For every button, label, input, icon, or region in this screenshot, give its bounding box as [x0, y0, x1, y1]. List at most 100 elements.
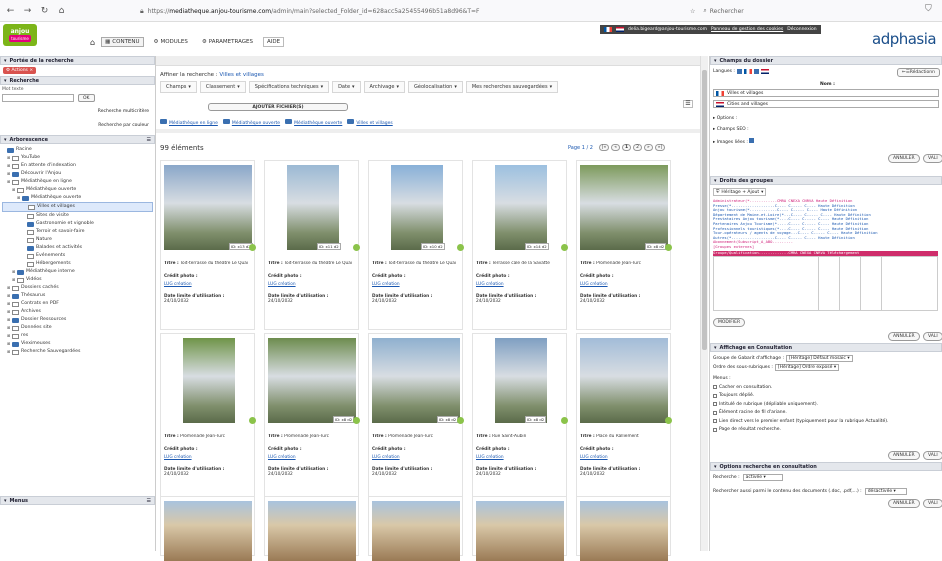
heritage-select[interactable]: ⛨ Héritage + Ajout ▾ [713, 188, 767, 196]
tree-node[interactable]: Sites de visite [2, 212, 153, 220]
browser-search[interactable]: ☆ ⌕ Rechercher [690, 4, 910, 18]
collapse-icon[interactable]: ▾ [714, 345, 717, 351]
tree-node[interactable]: ⊞ Dossier Ressources [2, 316, 153, 324]
champs-header[interactable]: ▾ Champs du dossier [710, 56, 942, 65]
prev-page-button[interactable]: « [611, 144, 620, 151]
scrollbar-thumb[interactable] [702, 70, 707, 350]
valider-button[interactable]: VALI [923, 451, 942, 460]
tree-node[interactable]: Evénements [2, 252, 153, 260]
breadcrumb-item[interactable]: Médiathèque en ligne [160, 119, 218, 126]
user-email[interactable]: delia.bigeard@anjou-tourisme.com [628, 27, 707, 32]
valider-button[interactable]: VALI [923, 332, 942, 341]
droits-header[interactable]: ▾ Droits des groupes [710, 176, 942, 185]
extension-icon[interactable]: ⛉ [925, 4, 932, 14]
ok-button[interactable]: OK [78, 94, 95, 102]
doc-select[interactable]: désactivée ▾ [864, 488, 907, 495]
media-thumbnail[interactable] [268, 338, 356, 423]
reload-icon[interactable]: ↻ [38, 4, 51, 17]
last-page-button[interactable]: »| [654, 144, 666, 151]
tree-node[interactable]: ⊞ Découvrir l'Anjou [2, 170, 153, 178]
collapse-icon[interactable]: ▾ [4, 498, 7, 504]
back-icon[interactable]: ← [4, 4, 17, 17]
card-credit[interactable]: LUG création [372, 455, 400, 460]
menu-check-row[interactable]: Intitulé de rubrique (dépliable uniqueme… [713, 400, 938, 409]
menu-icon[interactable]: ☰ [147, 498, 151, 504]
tree-node[interactable]: Racine [2, 146, 153, 154]
search-input[interactable] [2, 94, 74, 102]
multicritere-link[interactable]: Recherche multicritère [98, 109, 149, 114]
lang-checkbox[interactable] [736, 69, 742, 74]
tree-node[interactable]: ⊞ Vieximeuses [2, 340, 153, 348]
recherche-select[interactable]: activée ▾ [742, 474, 783, 481]
media-thumbnail[interactable] [372, 501, 460, 561]
menu-contenu[interactable]: ▦ CONTENU [101, 37, 144, 47]
media-thumbnail[interactable] [476, 501, 564, 561]
menu-check-row[interactable]: Page de résultat recherche. [713, 426, 938, 435]
media-card[interactable]: Titre : Place du Ralliement Crédit photo … [576, 333, 672, 503]
collapse-icon[interactable]: ▾ [4, 78, 7, 84]
tree-node[interactable]: ⊞ Recherche Sauvegardées [2, 348, 153, 356]
media-card[interactable]: ID: x8 d2 Titre : Promenade Jean-Turc Créd… [264, 333, 360, 503]
media-card[interactable] [472, 496, 567, 561]
redaction-button[interactable]: ⇐☰ Rédactionn [896, 68, 940, 77]
images-toggle[interactable]: ▸ Images liées : [713, 138, 755, 145]
media-thumbnail[interactable] [287, 165, 339, 250]
checkbox[interactable] [713, 427, 717, 432]
refine-tab[interactable]: Géolocalisation ▾ [408, 81, 463, 93]
gabarit-select[interactable]: [Héritage] Défaut mosaic ▾ [785, 355, 853, 362]
home-icon[interactable]: ⌂ [55, 4, 68, 17]
media-card[interactable] [368, 496, 463, 561]
card-credit[interactable]: LUG création [372, 282, 400, 287]
tree-node[interactable]: ⊞ Données site [2, 324, 153, 332]
refine-tab[interactable]: Date ▾ [332, 81, 361, 93]
media-card[interactable] [160, 496, 255, 561]
annuler-button[interactable]: ANNULER [888, 332, 920, 341]
media-card[interactable] [264, 496, 359, 561]
refine-tab[interactable]: Archivage ▾ [363, 81, 406, 93]
tree-node[interactable]: Villes et villages [2, 202, 153, 212]
flag-en-icon[interactable] [616, 27, 624, 32]
tree-node[interactable]: Nature [2, 236, 153, 244]
media-thumbnail[interactable] [580, 501, 668, 561]
tree-node[interactable]: ⊞ Archives [2, 308, 153, 316]
menu-icon[interactable]: ☰ [147, 137, 151, 143]
media-card[interactable]: ID: x8 d2 Titre : Promenade Jean-Turc Créd… [368, 333, 464, 503]
breadcrumb-item[interactable]: Villes et villages [347, 119, 393, 126]
media-card[interactable]: ID: x8 d2 Titre : Rue Saint-Aubin Crédit p… [472, 333, 568, 503]
menu-check-row[interactable]: Toujours déplié. [713, 392, 938, 401]
flag-fr-icon[interactable] [604, 27, 612, 32]
nom-en-input[interactable]: Cities and villages [713, 100, 939, 108]
media-card[interactable]: ID: x13 d2 Titre : Toit-terrasse du théât… [160, 160, 256, 330]
refine-tab[interactable]: Mes recherches sauvegardées ▾ [465, 81, 559, 93]
nom-fr-input[interactable]: Villes et villages [713, 89, 939, 97]
collapse-icon[interactable]: ▾ [4, 137, 7, 143]
tree-node[interactable]: ⊞ En attente d'indexation [2, 162, 153, 170]
media-card[interactable]: ID: x11 d2 Titre : Toit-terrasse du théât… [264, 160, 360, 330]
actions-button[interactable]: ⚙ Actions × [3, 67, 37, 74]
collapse-icon[interactable]: ▾ [714, 464, 717, 470]
tree-node[interactable]: ⊞ Médiathèque ouverte [2, 186, 153, 194]
seo-toggle[interactable]: ▸ Champs SEO : [713, 127, 749, 132]
options-header[interactable]: ▾ Options recherche en consultation [710, 462, 942, 471]
ordre-select[interactable]: [Héritage] Ordre exposé ▾ [774, 364, 840, 371]
media-thumbnail[interactable] [164, 165, 252, 250]
tree-node[interactable]: Gastronomie et vignoble [2, 220, 153, 228]
tree-node[interactable]: ⊞ Contrats en PDF [2, 300, 153, 308]
valider-button[interactable]: VALI [923, 499, 942, 508]
card-credit[interactable]: LUG création [164, 455, 192, 460]
forward-icon[interactable]: → [21, 4, 34, 17]
card-credit[interactable]: LUG création [580, 282, 608, 287]
arborescence-header[interactable]: ▾ Arborescence ☰ [0, 135, 155, 144]
checkbox[interactable] [713, 402, 717, 407]
list-menu-icon[interactable]: ☰ [683, 100, 693, 108]
affichage-header[interactable]: ▾ Affichage en Consultation [710, 343, 942, 352]
tree-node[interactable]: ⊞ Médiathèque en ligne [2, 178, 153, 186]
card-credit[interactable]: LUG création [164, 282, 192, 287]
center-scrollbar[interactable] [700, 56, 708, 551]
menu-parametrages[interactable]: ⚙ PARAMETRAGES [198, 37, 257, 47]
color-search-link[interactable]: Recherche par couleur [98, 123, 149, 128]
media-thumbnail[interactable] [495, 338, 547, 423]
media-thumbnail[interactable] [183, 338, 235, 423]
checkbox[interactable] [713, 393, 717, 398]
tree-node[interactable]: ⊞ Vidéos [2, 276, 153, 284]
